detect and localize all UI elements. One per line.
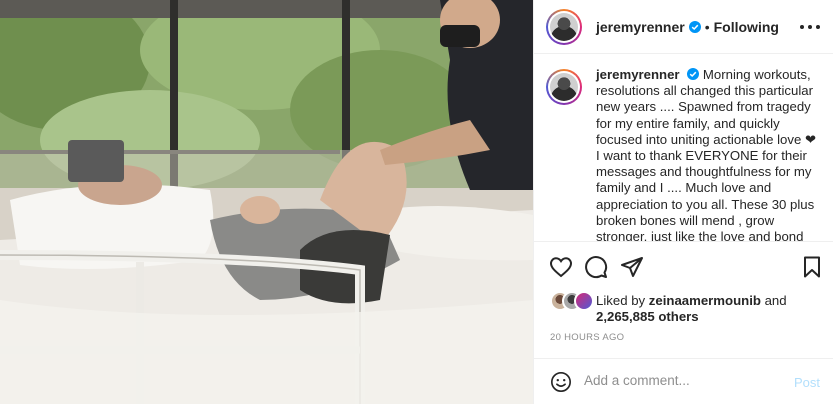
- comment-input[interactable]: [584, 373, 784, 388]
- dot: [800, 25, 804, 29]
- caption-area: jeremyrenner Morning workouts, resolutio…: [534, 55, 833, 241]
- dot: [808, 25, 812, 29]
- post-photo[interactable]: [0, 0, 533, 404]
- liked-by-user[interactable]: zeinaamermounib: [649, 293, 761, 308]
- post-timestamp[interactable]: 20 HOURS AGO: [550, 332, 624, 343]
- dot: [816, 25, 820, 29]
- share-icon[interactable]: [620, 255, 644, 279]
- action-bar: [534, 241, 833, 289]
- avatar-image: [550, 12, 578, 41]
- separator-dot: •: [704, 18, 710, 35]
- verified-badge-icon: [688, 20, 701, 33]
- emoji-icon[interactable]: [550, 371, 572, 393]
- verified-badge-icon: [687, 68, 700, 80]
- bookmark-icon[interactable]: [800, 255, 824, 279]
- caption-text: jeremyrenner Morning workouts, resolutio…: [596, 67, 818, 241]
- caption-body: Morning workouts, resolutions all change…: [596, 67, 816, 241]
- liker-avatar: [574, 291, 594, 311]
- caption-row: jeremyrenner Morning workouts, resolutio…: [546, 67, 820, 241]
- comment-icon[interactable]: [584, 255, 608, 279]
- comment-bar: Post: [534, 358, 833, 404]
- post-comment-button[interactable]: Post: [794, 375, 820, 390]
- likes-section: Liked by zeinaamermounib and 2,265,885 o…: [550, 289, 820, 327]
- post-header: jeremyrenner • Following: [534, 0, 833, 54]
- liked-by-and: and: [764, 293, 787, 308]
- caption-username[interactable]: jeremyrenner: [596, 67, 680, 82]
- post-image: [0, 0, 533, 404]
- heart-icon[interactable]: [549, 255, 573, 279]
- following-button[interactable]: Following: [714, 19, 779, 35]
- liked-by-prefix: Liked by: [596, 293, 646, 308]
- liked-by-text: Liked by zeinaamermounib and: [596, 293, 816, 310]
- more-options-icon[interactable]: [800, 18, 820, 36]
- avatar-frame: [548, 71, 580, 103]
- caption-avatar[interactable]: [546, 69, 582, 105]
- likes-count[interactable]: 2,265,885 others: [596, 309, 699, 324]
- author-username[interactable]: jeremyrenner: [596, 19, 685, 35]
- liker-avatars[interactable]: [550, 291, 596, 311]
- avatar-image: [550, 73, 578, 101]
- author-avatar[interactable]: [546, 8, 582, 45]
- post-sidebar: jeremyrenner • Following jeremyrenner Mo…: [533, 0, 833, 404]
- avatar-frame: [548, 10, 580, 43]
